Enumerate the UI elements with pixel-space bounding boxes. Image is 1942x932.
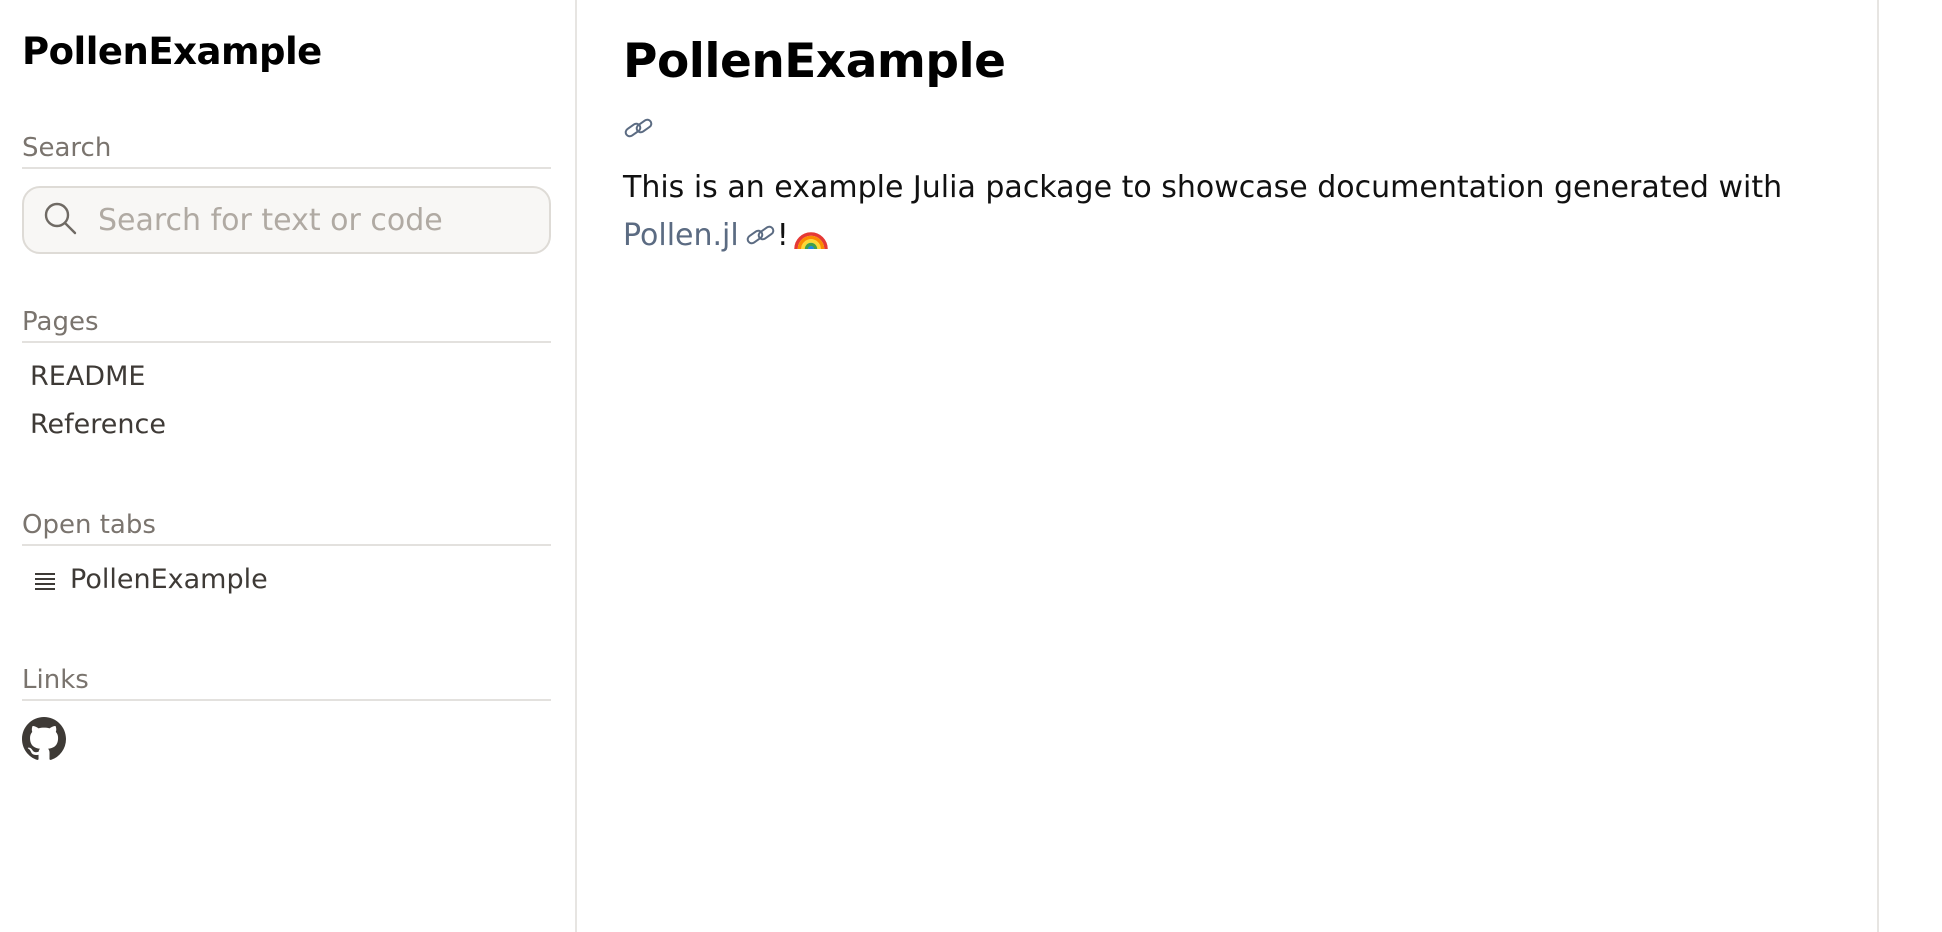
exclamation: !	[776, 218, 789, 253]
search-box[interactable]	[22, 186, 551, 254]
sidebar: PollenExample Search Pages README Refere…	[0, 0, 577, 932]
intro-paragraph: This is an example Julia package to show…	[623, 164, 1843, 266]
pages-list: README Reference	[22, 353, 551, 449]
search-input[interactable]	[98, 202, 528, 238]
main-content: PollenExample This is an example Julia p…	[579, 0, 1879, 932]
search-section-label: Search	[22, 131, 551, 169]
pollen-link-label: Pollen.jl	[623, 218, 739, 253]
open-tab-item[interactable]: PollenExample	[22, 564, 551, 595]
site-title[interactable]: PollenExample	[22, 26, 551, 78]
app-window: PollenExample Search Pages README Refere…	[0, 0, 1942, 932]
rainbow-icon	[793, 218, 829, 266]
pages-section-label: Pages	[22, 305, 551, 343]
intro-text: This is an example Julia package to show…	[623, 170, 1783, 205]
pollen-link[interactable]: Pollen.jl	[623, 218, 777, 253]
link-icon	[745, 215, 777, 263]
link-icon[interactable]	[623, 114, 655, 146]
open-tabs-section-label: Open tabs	[22, 508, 551, 546]
search-icon	[42, 200, 78, 240]
list-icon	[34, 569, 56, 591]
open-tabs-section: Open tabs PollenExample	[22, 508, 551, 595]
links-section: Links	[22, 663, 551, 765]
github-icon[interactable]	[22, 717, 66, 765]
open-tab-label: PollenExample	[70, 564, 268, 595]
links-section-label: Links	[22, 663, 551, 701]
pages-section: Pages README Reference	[22, 305, 551, 449]
page-title: PollenExample	[623, 34, 1006, 89]
page-item-readme[interactable]: README	[22, 353, 551, 401]
page-item-reference[interactable]: Reference	[22, 401, 551, 449]
search-section: Search	[22, 131, 551, 254]
